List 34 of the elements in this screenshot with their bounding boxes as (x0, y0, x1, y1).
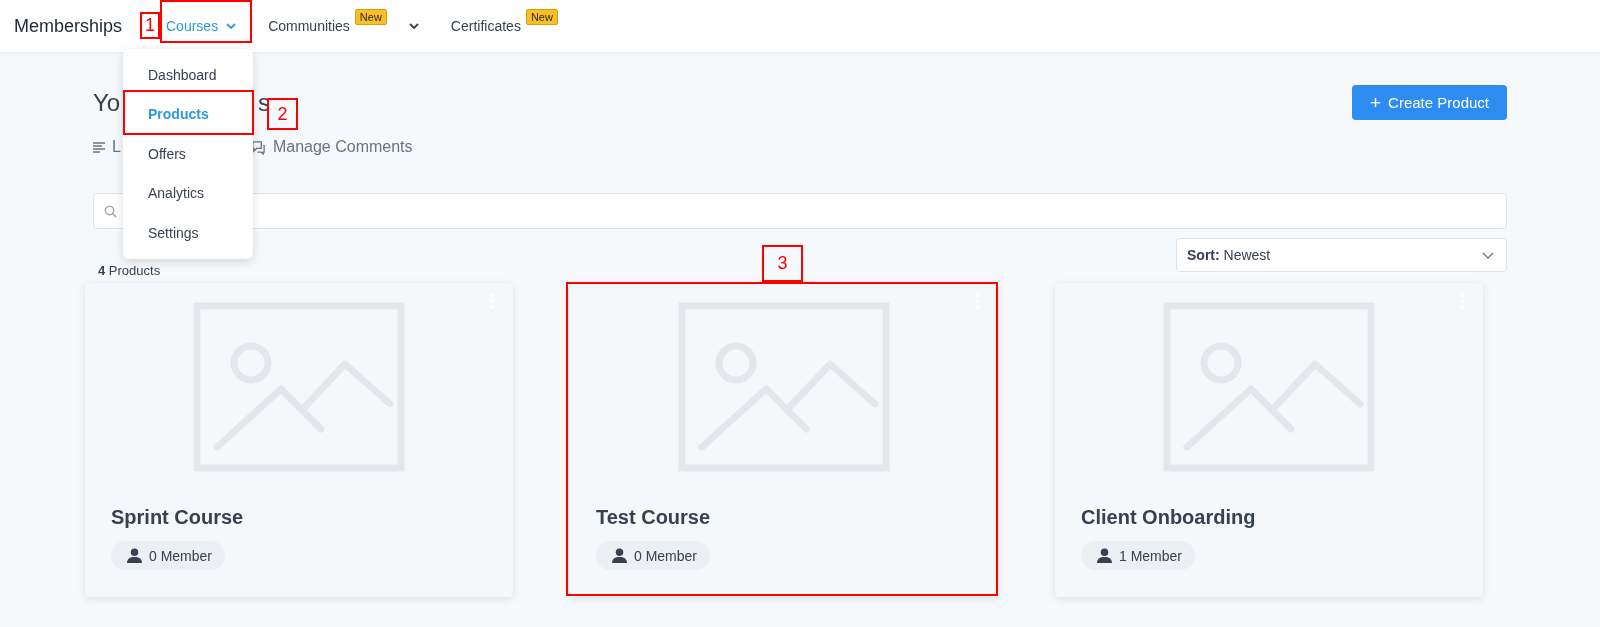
step-number: 2 (267, 98, 298, 130)
nav-link[interactable]: Communities (268, 18, 350, 34)
menu-item[interactable]: Offers (123, 134, 253, 174)
tab[interactable]: L (93, 138, 121, 156)
menu-item[interactable]: Settings (123, 213, 253, 253)
step-number: 1 (140, 12, 160, 39)
person-icon (611, 547, 628, 564)
menu-item[interactable]: Analytics (123, 173, 253, 213)
new-badge: New (354, 9, 387, 25)
page-title: Yo (93, 88, 122, 117)
product-count: 4 Products (98, 263, 161, 278)
member-label: 1 Member (1119, 547, 1183, 564)
tab[interactable]: Manage Comments (250, 138, 413, 156)
chevron-down-icon[interactable] (408, 23, 419, 29)
product-card[interactable]: Client Onboarding 1 Member (1055, 283, 1483, 597)
product-title: Test Course (596, 506, 712, 529)
person-icon (126, 547, 143, 564)
person-icon (1096, 547, 1113, 564)
comments-icon (250, 139, 266, 155)
new-badge: New (525, 9, 558, 25)
member-label: 0 Member (149, 547, 213, 564)
product-card[interactable]: Test Course 0 Member (570, 283, 998, 597)
product-title: Client Onboarding (1081, 506, 1257, 529)
nav-link[interactable]: Certificates (450, 18, 521, 34)
product-card[interactable]: Sprint Course 0 Member (85, 283, 513, 597)
product-title: Sprint Course (111, 506, 245, 529)
list-icon (93, 141, 105, 153)
member-label: 0 Member (634, 547, 698, 564)
menu-item[interactable]: Dashboard (123, 55, 253, 95)
brand-title: Memberships (14, 15, 124, 37)
sort-dropdown[interactable]: Sort: Newest (1176, 238, 1507, 272)
chevron-down-icon (1482, 251, 1494, 259)
step-number: 3 (762, 245, 803, 282)
search-icon (104, 204, 117, 218)
